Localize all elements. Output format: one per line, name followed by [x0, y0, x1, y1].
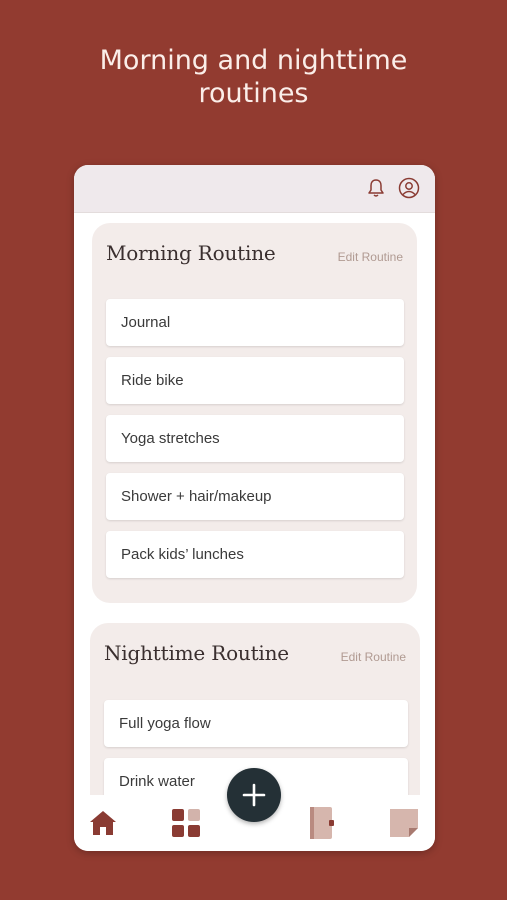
edit-morning-routine-link[interactable]: Edit Routine [338, 250, 403, 264]
task-item[interactable]: Journal [106, 299, 404, 346]
top-bar [74, 165, 435, 213]
task-item[interactable]: Pack kids’ lunches [106, 531, 404, 578]
task-item[interactable]: Ride bike [106, 357, 404, 404]
headline-line-1: Morning and nighttime [99, 45, 408, 76]
nighttime-routine-title: Nighttime Routine [104, 641, 289, 665]
notes-icon[interactable] [386, 805, 422, 841]
journal-icon[interactable] [304, 805, 340, 841]
page-headline: Morning and nighttime routines [0, 44, 507, 110]
profile-icon[interactable] [398, 177, 420, 199]
task-item[interactable]: Shower + hair/makeup [106, 473, 404, 520]
task-item[interactable]: Yoga stretches [106, 415, 404, 462]
edit-nighttime-routine-link[interactable]: Edit Routine [341, 650, 406, 664]
task-item[interactable]: Full yoga flow [104, 700, 408, 747]
add-icon[interactable] [227, 768, 281, 822]
bell-icon[interactable] [365, 177, 387, 199]
morning-routine-title: Morning Routine [106, 241, 276, 265]
grid-icon[interactable] [168, 805, 204, 841]
headline-line-2: routines [198, 78, 309, 109]
home-icon[interactable] [85, 805, 121, 841]
morning-routine-card: Morning Routine Edit Routine Journal Rid… [92, 223, 417, 603]
phone-screen: Morning Routine Edit Routine Journal Rid… [74, 165, 435, 851]
